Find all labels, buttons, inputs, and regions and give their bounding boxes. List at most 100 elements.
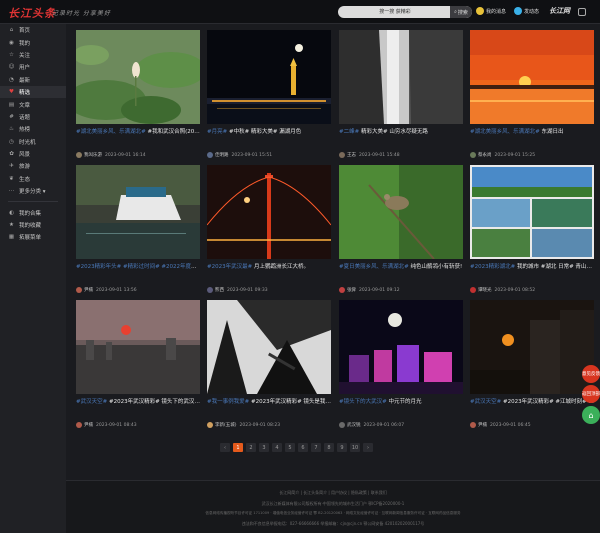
sidebar-item-my-collections[interactable]: ◐ 我的合集 [0, 206, 66, 218]
sidebar-item-extended-menu[interactable]: ▦ 拓展菜单 [0, 231, 66, 243]
photo-thumbnail[interactable] [76, 165, 200, 259]
photo-card[interactable]: #镜头下的大武汉# 中元节的月光 武汉锐 2023-09-01 06:07 [339, 300, 463, 430]
card-author[interactable]: 王志 [347, 152, 356, 158]
card-hashtags[interactable]: #武汉天空# [470, 399, 501, 405]
card-hashtags[interactable]: #湖北美丽乡风、乐满湖北# [470, 129, 540, 135]
photo-card[interactable]: #湖北美丽乡风、乐满湖北# 东湖日出 蔡永尚 2023-09-01 15:25 [470, 30, 594, 160]
photo-thumbnail[interactable] [207, 300, 331, 394]
page-6-button[interactable]: 6 [298, 443, 308, 452]
prev-page-button[interactable]: ‹ [220, 443, 230, 452]
sidebar-item-topics[interactable]: # 话题 [0, 111, 66, 123]
page-10-button[interactable]: 10 [350, 443, 360, 452]
page-2-button[interactable]: 2 [246, 443, 256, 452]
my-messages-menu[interactable]: 我的消息 [476, 7, 506, 15]
avatar[interactable] [470, 287, 476, 293]
sidebar-item-more-categories[interactable]: ⋯ 更多分类 ▾ [0, 185, 66, 197]
card-title[interactable]: #二峰# 精彩大美# 山穷水尽疑无路 [339, 127, 463, 149]
sidebar-item-home[interactable]: ⌂ 首页 [0, 24, 66, 36]
search-button[interactable]: ⌕ 搜索 [450, 6, 472, 18]
sidebar-item-time-machine[interactable]: ◷ 时光机 [0, 136, 66, 148]
card-title[interactable]: #我一事例我爱# #2023年武汉精彩# 镜头是我打开世界的方式# #我们的城市… [207, 397, 331, 419]
sidebar-item-follow[interactable]: ☆ 关注 [0, 49, 66, 61]
avatar[interactable] [339, 287, 345, 293]
photo-card[interactable]: #二峰# 精彩大美# 山穷水尽疑无路 王志 2023-09-01 15:48 [339, 30, 463, 160]
card-author[interactable]: 武汉锐 [347, 422, 361, 428]
card-title[interactable]: #2023精彩湖北# 我的城市 #湖北 日常# 青山就是美丽蓝天就是幸福 (拒霾… [470, 262, 594, 284]
avatar[interactable] [76, 152, 82, 158]
card-hashtags[interactable]: #2023精彩年头# #精彩过时间# #2022年度武汉# [76, 264, 200, 270]
card-title[interactable]: #湖北美丽乡风、乐满湖北# 东湖日出 [470, 127, 594, 149]
card-title[interactable]: #武汉天空# #2023年武汉精彩# #江城时刻# 在家 [470, 397, 594, 419]
photo-thumbnail[interactable] [76, 300, 200, 394]
photo-card[interactable]: #月亮# #中秋# 精彩大美# 漏湖月色 佳明路 2023-09-01 15:5… [207, 30, 331, 160]
sidebar-item-featured[interactable]: ♥ 精选 [0, 85, 66, 99]
avatar[interactable] [470, 152, 476, 158]
photo-thumbnail[interactable] [339, 300, 463, 394]
card-title[interactable]: #武汉天空# #2023年武汉精彩# 镜头下的武汉天空# #我的武汉# #精彩瞬… [76, 397, 200, 419]
user-menu-icon[interactable] [578, 8, 586, 16]
avatar[interactable] [76, 287, 82, 293]
card-title[interactable]: #镜头下的大武汉# 中元节的月光 [339, 397, 463, 419]
publish-button[interactable]: 发动态 [514, 7, 539, 15]
card-author[interactable]: 尹楠 [478, 422, 487, 428]
sidebar-item-mine[interactable]: ◉ 我的 [0, 36, 66, 48]
sidebar-item-hot[interactable]: ♨ 热榜 [0, 123, 66, 135]
sidebar-item-users[interactable]: ☺ 用户 [0, 61, 66, 73]
footer-links[interactable]: 长江网简介 | 长江头条简介 | 用户协议 | 隐私政策 | 联系我们 [66, 490, 600, 496]
photo-thumbnail[interactable] [470, 300, 594, 394]
avatar[interactable] [339, 422, 345, 428]
card-author[interactable]: 尹楠 [84, 422, 93, 428]
card-hashtags[interactable]: #夏日美丽乡风、乐满湖北# [339, 264, 409, 270]
sidebar-item-articles[interactable]: ▤ 文章 [0, 98, 66, 110]
avatar[interactable] [339, 152, 345, 158]
photo-card[interactable]: #夏日美丽乡风、乐满湖北# 纯色山鹡鸰小有斩获! 张舜 2023-09-01 0… [339, 165, 463, 295]
card-title[interactable]: #月亮# #中秋# 精彩大美# 漏湖月色 [207, 127, 331, 149]
photo-card[interactable]: #武汉天空# #2023年武汉精彩# #江城时刻# 在家 尹楠 2023-09-… [470, 300, 594, 430]
card-hashtags[interactable]: #2023精彩湖北# [470, 264, 515, 270]
card-hashtags[interactable]: #月亮# [207, 129, 227, 135]
card-author[interactable]: 佳明路 [215, 152, 229, 158]
card-hashtags[interactable]: #湖北美丽乡风、乐满湖北# [76, 129, 146, 135]
page-8-button[interactable]: 8 [324, 443, 334, 452]
photo-thumbnail[interactable] [76, 30, 200, 124]
card-hashtags[interactable]: #武汉天空# [76, 399, 107, 405]
card-author[interactable]: 李新(五城) [215, 422, 237, 428]
page-4-button[interactable]: 4 [272, 443, 282, 452]
photo-card[interactable]: #武汉天空# #2023年武汉精彩# 镜头下的武汉天空# #我的武汉# #精彩瞬… [76, 300, 200, 430]
page-9-button[interactable]: 9 [337, 443, 347, 452]
card-author[interactable]: 张舜 [347, 287, 356, 293]
sidebar-item-travel[interactable]: ✈ 旅游 [0, 160, 66, 172]
photo-card[interactable]: #湖北美丽乡风、乐满湖北# #我和武汉合照(2022年度)# 《等待》 我叫乐游… [76, 30, 200, 160]
card-title[interactable]: #夏日美丽乡风、乐满湖北# 纯色山鹡鸰小有斩获! [339, 262, 463, 284]
photo-card[interactable]: #2023精彩年头# #精彩过时间# #2022年度武汉# #精彩大美# #我们… [76, 165, 200, 295]
card-hashtags[interactable]: #镜头下的大武汉# [339, 399, 387, 405]
card-author[interactable]: 谭晓光 [478, 287, 492, 293]
avatar[interactable] [76, 422, 82, 428]
avatar[interactable] [207, 287, 213, 293]
sidebar-item-my-favorites[interactable]: ★ 我的收藏 [0, 219, 66, 231]
card-author[interactable]: 我叫乐游 [84, 152, 102, 158]
avatar[interactable] [207, 422, 213, 428]
card-title[interactable]: #湖北美丽乡风、乐满湖北# #我和武汉合照(2022年度)# 《等待》 [76, 127, 200, 149]
photo-thumbnail[interactable] [470, 30, 594, 124]
page-1-button[interactable]: 1 [233, 443, 243, 452]
photo-thumbnail[interactable] [339, 30, 463, 124]
photo-thumbnail[interactable] [207, 30, 331, 124]
card-title[interactable]: #2023年武汉最# 月上鹦鹉洲长江大桥。 [207, 262, 331, 284]
brand-logo[interactable]: 长江网 [549, 6, 570, 16]
site-logo[interactable]: 长江头条 [8, 5, 56, 21]
card-hashtags[interactable]: #2023年武汉最# [207, 264, 252, 270]
page-5-button[interactable]: 5 [285, 443, 295, 452]
avatar[interactable] [207, 152, 213, 158]
page-3-button[interactable]: 3 [259, 443, 269, 452]
sidebar-item-ecology[interactable]: ❦ 生态 [0, 173, 66, 185]
photo-card[interactable]: #我一事例我爱# #2023年武汉精彩# 镜头是我打开世界的方式# #我们的城市… [207, 300, 331, 430]
photo-card[interactable]: #2023年武汉最# 月上鹦鹉洲长江大桥。 熊西 2023-09-01 09:3… [207, 165, 331, 295]
page-7-button[interactable]: 7 [311, 443, 321, 452]
sidebar-item-latest[interactable]: ◔ 最新 [0, 74, 66, 86]
avatar[interactable] [470, 422, 476, 428]
card-author[interactable]: 蔡永尚 [478, 152, 492, 158]
photo-card[interactable]: #2023精彩湖北# 我的城市 #湖北 日常# 青山就是美丽蓝天就是幸福 (拒霾… [470, 165, 594, 295]
photo-thumbnail[interactable] [207, 165, 331, 259]
next-page-button[interactable]: › [363, 443, 373, 452]
